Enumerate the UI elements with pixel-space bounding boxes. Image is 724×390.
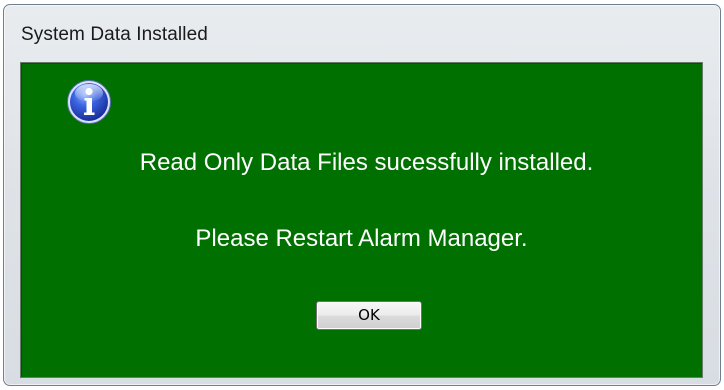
dialog-window: System Data Installed Read Only Data Fil… (3, 4, 721, 386)
message-panel: Read Only Data Files sucessfully install… (20, 62, 703, 378)
window-title: System Data Installed (21, 24, 208, 45)
ok-button[interactable]: OK (316, 301, 422, 330)
info-icon (66, 79, 112, 125)
message-line-restart: Please Restart Alarm Manager. (195, 225, 528, 252)
title-bar[interactable]: System Data Installed (4, 5, 720, 55)
message-line-installed: Read Only Data Files sucessfully install… (139, 149, 594, 176)
